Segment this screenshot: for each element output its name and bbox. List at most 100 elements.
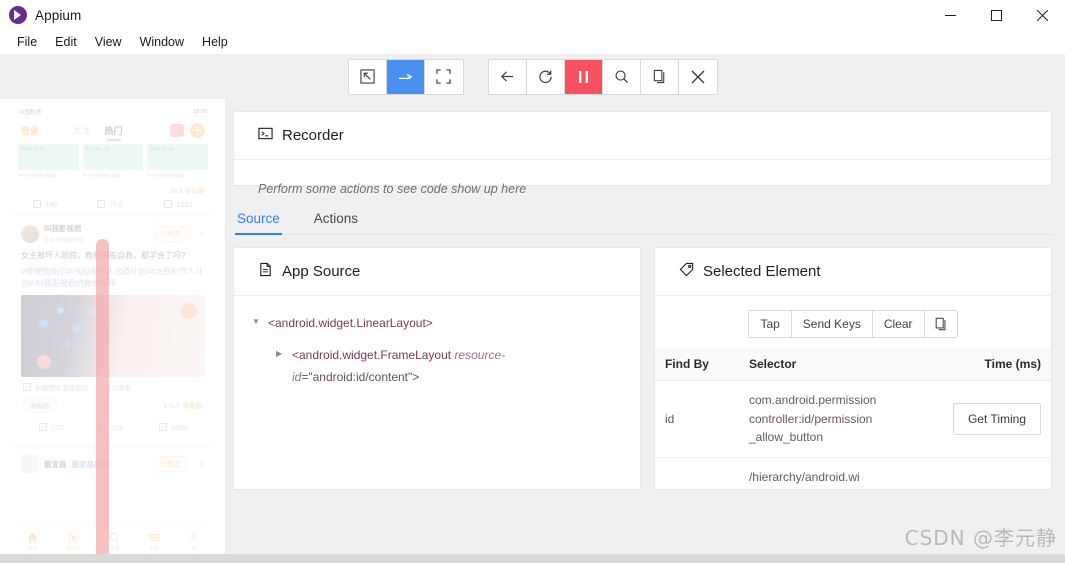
- app-source-tree: ▼ <android.widget.LinearLayout> ▶ <andro…: [234, 296, 640, 389]
- avatar: [196, 186, 205, 195]
- device-post: 叫我影视君 来自 微博短视频 +关注 ✕ 女主被坏人跟踪，教科书般自救，都学会了…: [13, 217, 213, 437]
- tap-by-coordinates-button[interactable]: [425, 60, 463, 94]
- device-stock-value: ¥72855.18: [83, 144, 144, 170]
- selected-element-table: Find By Selector Time (ms) id com.androi…: [655, 348, 1051, 490]
- tree-node[interactable]: ▶ <android.widget.FrameLayout resource-i…: [252, 344, 624, 388]
- copy-attributes-icon[interactable]: [925, 311, 957, 337]
- device-share-action: 270: [39, 423, 64, 432]
- device-stock-sub: ▣ 今日财经热点摘要 ›: [83, 173, 144, 179]
- share-icon: [39, 423, 47, 431]
- quit-session-button[interactable]: [679, 60, 717, 94]
- device-post-chiprow: 电视剧 175人: [21, 392, 205, 413]
- copy-source-button[interactable]: [641, 60, 679, 94]
- device-stock-card: ¥72855.18 ▣ 今日财经热点摘要 ›: [83, 144, 144, 179]
- media-dot: [65, 341, 71, 347]
- device-super-follow-button: +关注: [154, 456, 188, 472]
- tab-actions[interactable]: Actions: [312, 202, 360, 234]
- device-nav-profile: 我: [188, 532, 199, 552]
- device-super-dismiss-icon: ✕: [198, 460, 205, 469]
- selected-element-panel: Selected Element Tap Send Keys Clear: [654, 247, 1052, 490]
- menu-item-window[interactable]: Window: [131, 32, 193, 52]
- recorder-panel: Recorder Perform some actions to see cod…: [233, 111, 1052, 186]
- device-super-topic-name: 最宜昌: [44, 459, 67, 470]
- device-nav-label: 消息: [149, 545, 159, 552]
- column-find-by: Find By: [655, 348, 739, 381]
- search-element-button[interactable]: [603, 60, 641, 94]
- window-bottom-strip: [0, 554, 1065, 563]
- device-avatar-stack: [187, 186, 205, 195]
- swipe-gesture-overlay[interactable]: [96, 239, 109, 563]
- tree-node-attr-value: ="android:id/content">: [301, 370, 419, 384]
- device-tab-follow: 关注: [73, 124, 91, 137]
- avatar: [21, 225, 39, 243]
- clear-button[interactable]: Clear: [873, 311, 925, 337]
- video-icon: [23, 383, 31, 391]
- device-nav-discover: 发现: [109, 532, 120, 552]
- send-keys-button[interactable]: Send Keys: [792, 311, 873, 337]
- device-like-action: 4693: [159, 423, 188, 432]
- device-post-text: 女主被坏人跟踪，教科书般自救，都学会了吗?: [21, 250, 205, 262]
- media-dot: [73, 325, 81, 333]
- window-controls: [927, 0, 1065, 30]
- app-source-panel: App Source ▼ <android.widget.LinearLayou…: [233, 247, 641, 490]
- cell-timing: Get Timing: [889, 381, 1051, 458]
- media-dot: [57, 307, 64, 314]
- device-like-count: 4693: [171, 423, 188, 432]
- appium-inspector-window: Appium File Edit View Window Help: [0, 0, 1065, 563]
- tree-node-tag: <android.widget.LinearLayout>: [268, 312, 433, 334]
- cell-selector: /hierarchy/android.wi: [739, 457, 889, 490]
- like-icon: [159, 423, 167, 431]
- cell-selector: com.android.permissioncontroller:id/perm…: [739, 381, 889, 458]
- device-time: 18:58: [193, 109, 207, 115]
- get-timing-button[interactable]: Get Timing: [953, 403, 1041, 436]
- device-comment-label: 评论: [109, 199, 124, 210]
- maximize-button[interactable]: [973, 0, 1019, 30]
- tree-node-tag: <android.widget.FrameLayout resource-id=…: [292, 344, 624, 388]
- device-nav-messages: 消息: [149, 532, 160, 552]
- table-head: Find By Selector Time (ms): [655, 348, 1051, 381]
- device-post-people: 175人: [164, 400, 181, 410]
- menu-item-file[interactable]: File: [8, 32, 46, 52]
- table-row: id com.android.permissioncontroller:id/p…: [655, 381, 1051, 458]
- refresh-source-button[interactable]: [527, 60, 565, 94]
- menu-item-view[interactable]: View: [86, 32, 131, 52]
- app-source-title: App Source: [282, 263, 360, 280]
- tap-button[interactable]: Tap: [749, 311, 791, 337]
- device-nav-label: 我: [191, 545, 196, 552]
- pause-recording-button[interactable]: [565, 60, 603, 94]
- selected-element-title: Selected Element: [703, 263, 821, 280]
- device-status-bar: 中国联通 18:58: [13, 105, 213, 119]
- device-nav-label: 发现: [110, 545, 120, 552]
- column-selector: Selector: [739, 348, 889, 381]
- tab-source[interactable]: Source: [235, 202, 282, 234]
- minimize-button[interactable]: [927, 0, 973, 30]
- device-tab-hot: 热门: [105, 124, 123, 137]
- device-stock-sub: ▣ 今日财经热点摘要 ›: [147, 173, 208, 179]
- cell-timing: [889, 457, 1051, 490]
- device-stock-value: ¥68739.54: [147, 144, 208, 170]
- select-element-button[interactable]: [349, 60, 387, 94]
- device-app-tabs: 登录 关注 热门: [13, 119, 213, 141]
- device-screenshot-pane[interactable]: 中国联通 18:58 登录 关注 热门 ¥66439.32 ▣ 今日财经热点摘要…: [0, 99, 225, 563]
- device-screenshot-image: 中国联通 18:58 登录 关注 热门 ¥66439.32 ▣ 今日财经热点摘要…: [13, 105, 213, 557]
- chevron-down-icon[interactable]: ▼: [252, 312, 268, 330]
- chevron-right-icon[interactable]: ▶: [276, 344, 292, 362]
- close-window-button[interactable]: [1019, 0, 1065, 30]
- device-like-action: 1021: [164, 200, 193, 209]
- device-stock-card: ¥68739.54 ▣ 今日财经热点摘要 ›: [147, 144, 208, 179]
- device-post-header: 叫我影视君 来自 微博短视频 +关注 ✕: [21, 223, 205, 244]
- back-button[interactable]: [489, 60, 527, 94]
- inspector-panes: App Source ▼ <android.widget.LinearLayou…: [233, 247, 1052, 490]
- device-share-count: 270: [51, 423, 64, 432]
- tree-node[interactable]: ▼ <android.widget.LinearLayout>: [252, 312, 624, 334]
- menu-item-edit[interactable]: Edit: [46, 32, 86, 52]
- device-post-media: [21, 295, 205, 377]
- device-post-source: 来自 微博短视频: [44, 236, 84, 244]
- swipe-button[interactable]: [387, 60, 425, 94]
- selected-element-actions: Tap Send Keys Clear: [655, 296, 1051, 348]
- device-nav-video: 视频号: [66, 532, 81, 552]
- device-nav-home: 首页: [27, 532, 38, 552]
- interaction-mode-group: [348, 59, 464, 95]
- session-controls-group: [488, 59, 718, 95]
- menu-item-help[interactable]: Help: [193, 32, 237, 52]
